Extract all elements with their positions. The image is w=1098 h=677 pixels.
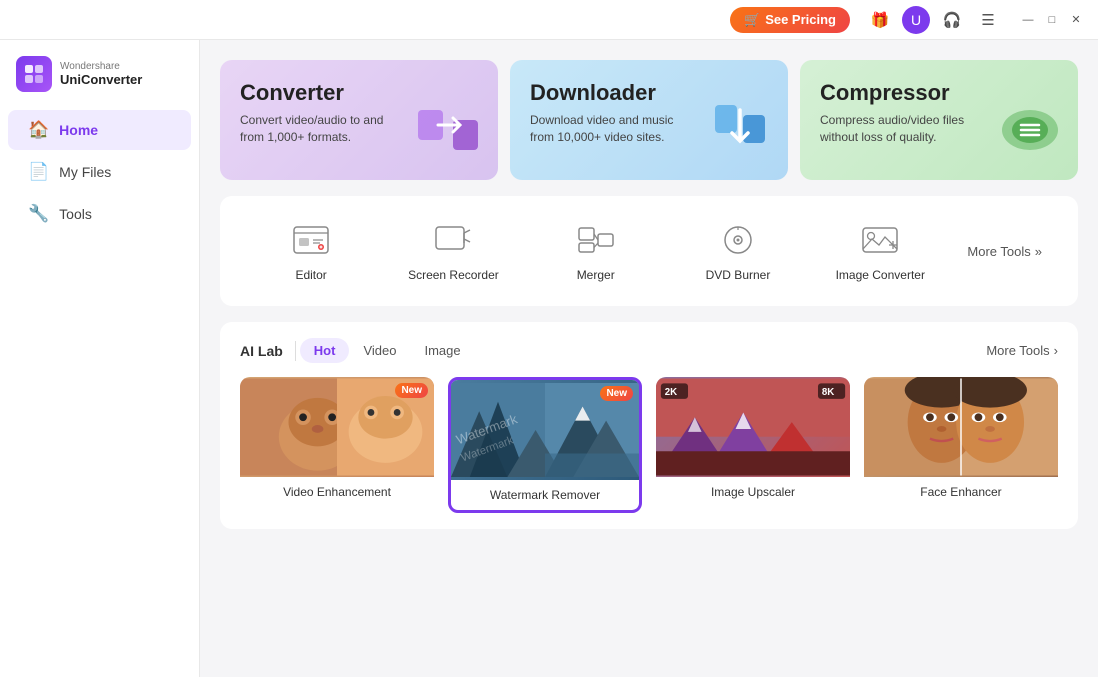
close-button[interactable]: ✕ bbox=[1066, 10, 1086, 30]
face-enhancer-image bbox=[864, 377, 1058, 477]
logo-product: UniConverter bbox=[60, 72, 142, 87]
tool-image-converter-label: Image Converter bbox=[836, 268, 925, 282]
tool-merger-label: Merger bbox=[577, 268, 615, 282]
window-controls: — □ ✕ bbox=[1018, 10, 1086, 30]
nav-item-my-files[interactable]: 📄 My Files bbox=[8, 152, 191, 192]
tool-screen-recorder[interactable]: Screen Recorder bbox=[382, 212, 524, 290]
downloader-desc: Download video and music from 10,000+ vi… bbox=[530, 112, 690, 146]
tool-screen-recorder-label: Screen Recorder bbox=[408, 268, 499, 282]
see-pricing-button[interactable]: 🛒 See Pricing bbox=[730, 7, 850, 33]
menu-icon[interactable]: ☰ bbox=[974, 6, 1002, 34]
titlebar-icons: 🎁 U 🎧 ☰ bbox=[866, 6, 1002, 34]
main-layout: Wondershare UniConverter 🏠 Home 📄 My Fil… bbox=[0, 40, 1098, 677]
video-enhancement-image: New bbox=[240, 377, 434, 477]
nav-label-tools: Tools bbox=[59, 206, 92, 222]
compressor-desc: Compress audio/video files without loss … bbox=[820, 112, 980, 146]
converter-icon bbox=[408, 90, 488, 175]
content-area: Converter Convert video/audio to and fro… bbox=[200, 40, 1098, 677]
more-tools-button[interactable]: More Tools » bbox=[951, 236, 1058, 267]
user-avatar[interactable]: U bbox=[902, 6, 930, 34]
new-badge-video: New bbox=[395, 383, 428, 398]
chevron-right-small-icon: › bbox=[1054, 343, 1058, 358]
ai-lab-section: AI Lab Hot Video Image More Tools › New bbox=[220, 322, 1078, 529]
compressor-card[interactable]: Compressor Compress audio/video files wi… bbox=[800, 60, 1078, 180]
chevron-right-icon: » bbox=[1035, 244, 1042, 259]
screen-recorder-icon bbox=[431, 220, 475, 260]
titlebar: 🛒 See Pricing 🎁 U 🎧 ☰ — □ ✕ bbox=[0, 0, 1098, 40]
tab-video[interactable]: Video bbox=[349, 338, 410, 363]
ai-card-image-upscaler[interactable]: 2K 8K Image Upscaler bbox=[656, 377, 850, 513]
tools-icon: 🔧 bbox=[28, 204, 49, 224]
converter-desc: Convert video/audio to and from 1,000+ f… bbox=[240, 112, 400, 146]
svg-text:8K: 8K bbox=[822, 387, 834, 398]
tool-editor-label: Editor bbox=[295, 268, 326, 282]
ai-lab-header: AI Lab Hot Video Image More Tools › bbox=[240, 338, 1058, 363]
files-icon: 📄 bbox=[28, 162, 49, 182]
gift-icon[interactable]: 🎁 bbox=[866, 6, 894, 34]
tool-editor[interactable]: Editor bbox=[240, 212, 382, 290]
logo-area: Wondershare UniConverter bbox=[0, 56, 199, 108]
merger-icon bbox=[574, 220, 618, 260]
image-upscaler-image: 2K 8K bbox=[656, 377, 850, 477]
watermark-remover-image: New Watermark Watermark bbox=[451, 380, 639, 480]
ai-card-face-enhancer[interactable]: Face Enhancer bbox=[864, 377, 1058, 513]
image-converter-icon bbox=[858, 220, 902, 260]
tool-dvd-burner[interactable]: DVD Burner bbox=[667, 212, 809, 290]
nav-item-home[interactable]: 🏠 Home bbox=[8, 110, 191, 150]
tab-divider bbox=[295, 341, 296, 361]
ai-lab-label: AI Lab bbox=[240, 343, 283, 359]
maximize-button[interactable]: □ bbox=[1042, 10, 1062, 30]
nav-label-home: Home bbox=[59, 122, 98, 138]
tool-merger[interactable]: Merger bbox=[525, 212, 667, 290]
feature-cards: Converter Convert video/audio to and fro… bbox=[220, 60, 1078, 180]
logo-brand: Wondershare bbox=[60, 61, 142, 72]
tab-hot[interactable]: Hot bbox=[300, 338, 350, 363]
tool-image-converter[interactable]: Image Converter bbox=[809, 212, 951, 290]
ai-lab-tabs: AI Lab Hot Video Image bbox=[240, 338, 475, 363]
logo-icon bbox=[16, 56, 52, 92]
editor-icon bbox=[289, 220, 333, 260]
video-enhancement-label: Video Enhancement bbox=[240, 477, 434, 507]
image-upscaler-label: Image Upscaler bbox=[656, 477, 850, 507]
tools-row: Editor Screen Recorder bbox=[220, 196, 1078, 306]
more-tools-link[interactable]: More Tools › bbox=[986, 343, 1058, 358]
cart-icon: 🛒 bbox=[744, 12, 760, 28]
ai-card-video-enhancement[interactable]: New bbox=[240, 377, 434, 513]
face-enhancer-label: Face Enhancer bbox=[864, 477, 1058, 507]
svg-text:2K: 2K bbox=[665, 387, 677, 398]
downloader-card[interactable]: Downloader Download video and music from… bbox=[510, 60, 788, 180]
ai-cards-grid: New bbox=[240, 377, 1058, 513]
nav-item-tools[interactable]: 🔧 Tools bbox=[8, 194, 191, 234]
home-icon: 🏠 bbox=[28, 120, 49, 140]
logo-text: Wondershare UniConverter bbox=[60, 61, 142, 87]
watermark-remover-label: Watermark Remover bbox=[451, 480, 639, 510]
sidebar: Wondershare UniConverter 🏠 Home 📄 My Fil… bbox=[0, 40, 200, 677]
nav-label-my-files: My Files bbox=[59, 164, 111, 180]
downloader-icon bbox=[700, 90, 780, 175]
tool-dvd-burner-label: DVD Burner bbox=[706, 268, 771, 282]
minimize-button[interactable]: — bbox=[1018, 10, 1038, 30]
compressor-icon bbox=[985, 90, 1070, 175]
ai-card-watermark-remover[interactable]: New Watermark Watermark bbox=[448, 377, 642, 513]
converter-card[interactable]: Converter Convert video/audio to and fro… bbox=[220, 60, 498, 180]
dvd-burner-icon bbox=[716, 220, 760, 260]
headphone-icon[interactable]: 🎧 bbox=[938, 6, 966, 34]
new-badge-watermark: New bbox=[600, 386, 633, 401]
tab-image[interactable]: Image bbox=[410, 338, 474, 363]
